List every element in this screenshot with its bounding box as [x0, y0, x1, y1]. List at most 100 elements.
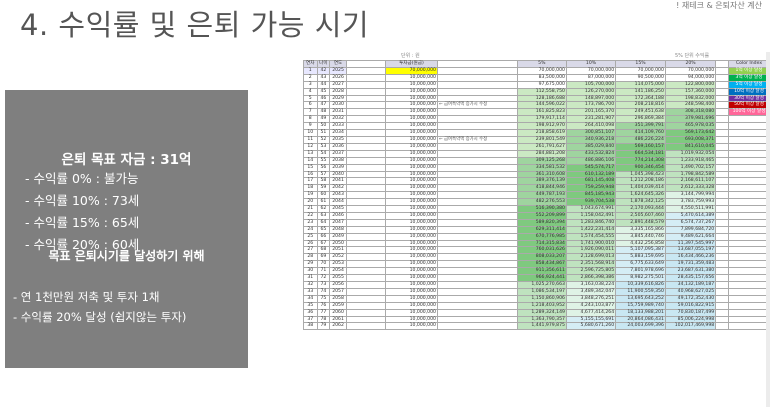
cell-age[interactable]: 68: [316, 246, 331, 255]
cell-balance[interactable]: 70,830,187,499: [664, 308, 717, 317]
cell-balance[interactable]: 2,612,333,328: [664, 184, 717, 193]
cell-investment[interactable]: 10,000,000: [384, 287, 438, 296]
cell-year[interactable]: 2060: [329, 308, 347, 317]
cell-year-index[interactable]: 9: [303, 122, 318, 131]
cell-balance[interactable]: 2,128,699,013: [565, 253, 617, 262]
cell-age[interactable]: 59: [316, 184, 331, 193]
cell-balance[interactable]: 83,500,000: [516, 73, 567, 82]
cell-balance[interactable]: 18,133,988,201: [615, 308, 666, 317]
cell-balance[interactable]: 418,844,946: [516, 184, 567, 193]
cell-balance[interactable]: 59,016,822,915: [664, 301, 717, 310]
table-row[interactable]: 25 66 2049 10,000,000 670,776,985 1,574,454,5…: [303, 232, 770, 241]
cell-investment[interactable]: 10,000,000: [384, 101, 438, 110]
cell-balance[interactable]: 231,281,907: [565, 115, 617, 124]
cell-balance[interactable]: 11,900,559,350: [615, 287, 666, 296]
cell-year-index[interactable]: 28: [303, 253, 318, 262]
cell-balance[interactable]: 70,000,000: [516, 66, 567, 75]
cell-year[interactable]: 2048: [329, 225, 347, 234]
cell-balance[interactable]: 670,776,985: [516, 232, 567, 241]
cell-investment[interactable]: 10,000,000: [384, 253, 438, 262]
cell-year[interactable]: 2047: [329, 218, 347, 227]
table-row[interactable]: 14 55 2038 10,000,000 309,125,268 486,886,106…: [303, 156, 770, 165]
cell-balance[interactable]: 5,470,614,389: [664, 211, 717, 220]
table-row[interactable]: 36 77 2060 10,000,000 1,289,324,149 4,677,414…: [303, 308, 770, 317]
table-row[interactable]: 38 79 2062 10,000,000 1,441,979,875 5,680,671…: [303, 322, 770, 331]
cell-age[interactable]: 75: [316, 294, 331, 303]
table-row[interactable]: 5 46 2029 10,000,000 128,186,688 148,897,000 1…: [303, 94, 770, 103]
cell-balance[interactable]: 1,404,039,414: [615, 184, 666, 193]
cell-year-index[interactable]: 24: [303, 225, 318, 234]
cell-balance[interactable]: 1,624,645,326: [615, 191, 666, 200]
cell-balance[interactable]: 760,031,626: [516, 246, 567, 255]
cell-investment[interactable]: 10,000,000: [384, 184, 438, 193]
cell-age[interactable]: 72: [316, 274, 331, 282]
cell-year[interactable]: 2030: [329, 101, 347, 110]
cell-year[interactable]: 2046: [329, 211, 347, 220]
table-row[interactable]: 10 51 2034 10,000,000 218,858,619 300,851,107…: [303, 129, 770, 137]
cell-age[interactable]: 79: [316, 322, 331, 331]
cell-balance[interactable]: 841,610,045: [664, 142, 717, 151]
table-row[interactable]: 26 67 2050 10,000,000 714,315,834 1,741,900,0…: [303, 239, 770, 248]
cell-year-index[interactable]: 15: [303, 163, 318, 172]
table-row[interactable]: 12 53 2036 10,000,000 261,791,627 385,029,840…: [303, 142, 770, 151]
cell-balance[interactable]: 569,173,642: [664, 129, 717, 137]
cell-balance[interactable]: 1,158,042,491: [565, 211, 617, 220]
cell-year[interactable]: 2043: [329, 191, 347, 200]
cell-age[interactable]: 65: [316, 225, 331, 234]
cell-year[interactable]: 2045: [329, 205, 347, 213]
cell-age[interactable]: 66: [316, 232, 331, 241]
spreadsheet[interactable]: 단위 : 원 5% 단위 수익률 연차 나이 연도 투자금(원금) 5% 10% 15% 20…: [303, 52, 770, 407]
table-row[interactable]: 16 57 2040 10,000,000 361,310,608 610,132,189…: [303, 170, 770, 179]
cell-age[interactable]: 71: [316, 267, 331, 276]
cell-balance[interactable]: 1,019,932,054: [664, 149, 717, 158]
cell-age[interactable]: 78: [316, 315, 331, 324]
cell-balance[interactable]: 13,695,643,252: [615, 294, 666, 303]
cell-balance[interactable]: 482,276,553: [516, 198, 567, 207]
cell-balance[interactable]: 284,881,208: [516, 149, 567, 158]
cell-investment[interactable]: 10,000,000: [384, 225, 438, 234]
table-row[interactable]: 19 60 2043 10,000,000 449,787,193 845,185,943…: [303, 191, 770, 200]
cell-balance[interactable]: 939,704,538: [565, 198, 617, 207]
cell-year-index[interactable]: 6: [303, 101, 318, 110]
cell-balance[interactable]: 6,775,633,649: [615, 260, 666, 269]
cell-investment[interactable]: 10,000,000: [384, 205, 438, 213]
cell-year-index[interactable]: 26: [303, 239, 318, 248]
cell-balance[interactable]: 198,912,970: [516, 122, 567, 131]
cell-investment[interactable]: 10,000,000: [384, 108, 438, 117]
cell-year[interactable]: 2026: [329, 73, 347, 82]
cell-investment[interactable]: 10,000,000: [384, 260, 438, 269]
cell-year[interactable]: 2052: [329, 253, 347, 262]
cell-balance[interactable]: 1,218,403,952: [516, 301, 567, 310]
cell-balance[interactable]: 308,318,080: [664, 108, 717, 117]
table-row[interactable]: 35 76 2059 10,000,000 1,218,403,952 4,243,103…: [303, 301, 770, 310]
cell-year[interactable]: 2034: [329, 129, 347, 137]
cell-balance[interactable]: 589,820,394: [516, 218, 567, 227]
cell-balance[interactable]: 70,000,000: [615, 66, 666, 75]
cell-balance[interactable]: 105,700,000: [565, 80, 617, 89]
cell-balance[interactable]: 664,534,181: [615, 149, 666, 158]
cell-balance[interactable]: 845,185,943: [565, 191, 617, 200]
cell-investment[interactable]: 10,000,000: [384, 129, 438, 137]
cell-balance[interactable]: 1,233,918,465: [664, 156, 717, 165]
cell-year[interactable]: 2055: [329, 274, 347, 282]
cell-balance[interactable]: 90,500,000: [615, 73, 666, 82]
cell-investment[interactable]: 10,000,000: [384, 94, 438, 103]
cell-balance[interactable]: 10,339,616,826: [615, 281, 666, 289]
cell-age[interactable]: 58: [316, 177, 331, 186]
cell-balance[interactable]: 218,858,619: [516, 129, 567, 137]
table-row[interactable]: 24 65 2048 10,000,000 629,311,414 1,422,231,4…: [303, 225, 770, 234]
cell-balance[interactable]: 208,218,816: [615, 101, 666, 110]
cell-year-index[interactable]: 29: [303, 260, 318, 269]
cell-balance[interactable]: 85,006,224,998: [664, 315, 717, 324]
cell-balance[interactable]: 1,422,231,414: [565, 225, 617, 234]
vertical-scrollbar[interactable]: [766, 52, 770, 407]
cell-balance[interactable]: 112,558,750: [516, 87, 567, 96]
cell-balance[interactable]: 552,209,899: [516, 211, 567, 220]
cell-year-index[interactable]: 1: [303, 66, 318, 75]
cell-age[interactable]: 45: [316, 87, 331, 96]
cell-balance[interactable]: 19,731,359,483: [664, 260, 717, 269]
cell-balance[interactable]: 70,000,000: [565, 66, 617, 75]
cell-balance[interactable]: 389,376,139: [516, 177, 567, 186]
cell-balance[interactable]: 759,259,948: [565, 184, 617, 193]
cell-age[interactable]: 42: [316, 66, 331, 75]
